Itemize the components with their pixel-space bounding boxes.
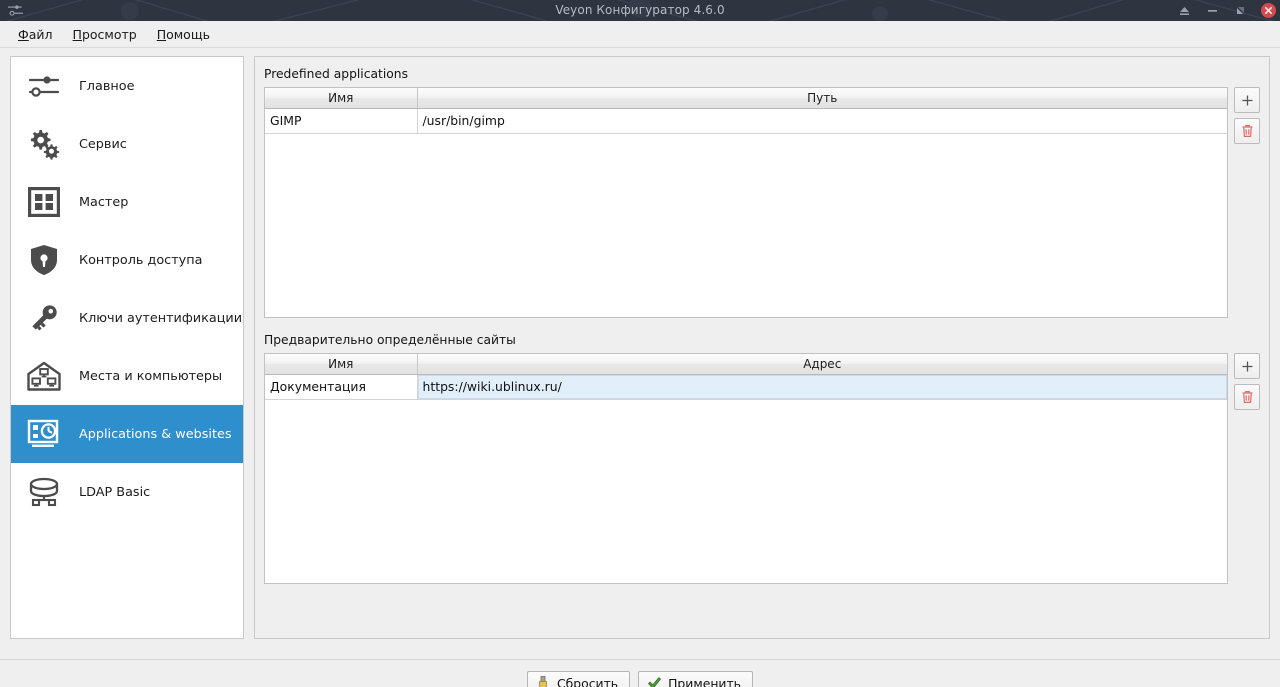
- shield-keyhole-icon: [24, 240, 64, 280]
- grid-window-icon: [24, 182, 64, 222]
- menu-file-rest: айл: [28, 26, 53, 42]
- predefined-websites-block: Имя Адрес Документация https://wiki.ubli…: [264, 353, 1260, 584]
- applications-table[interactable]: Имя Путь GIMP /usr/bin/gimp: [265, 88, 1227, 134]
- dialog-button-bar: Сбросить Применить: [0, 659, 1280, 687]
- brush-icon: [536, 676, 551, 687]
- predefined-applications-block: Имя Путь GIMP /usr/bin/gimp: [264, 87, 1260, 318]
- websites-table-empty-area[interactable]: [265, 399, 1227, 583]
- add-website-button[interactable]: [1234, 353, 1260, 379]
- menu-view-mnemonic: П: [72, 26, 82, 42]
- table-header-row: Имя Адрес: [265, 354, 1227, 375]
- apply-button-label: Применить: [668, 676, 741, 687]
- applications-table-buttons: [1234, 87, 1260, 144]
- gears-icon: [24, 124, 64, 164]
- sidebar-item-label: Applications & websites: [79, 426, 232, 442]
- sidebar: Главное Сервис Мастер Контроль доступа К…: [10, 56, 244, 639]
- menu-help[interactable]: Помощь: [147, 24, 220, 45]
- key-icon: [24, 298, 64, 338]
- predefined-applications-label: Predefined applications: [264, 67, 408, 81]
- sidebar-item-label: Мастер: [79, 194, 129, 210]
- shade-button[interactable]: [1177, 3, 1192, 18]
- sidebar-item-applications-websites[interactable]: Applications & websites: [11, 405, 243, 463]
- add-application-button[interactable]: [1234, 87, 1260, 113]
- sidebar-item-label: Места и компьютеры: [79, 368, 223, 384]
- sidebar-item-label: LDAP Basic: [79, 484, 151, 500]
- title-bar: Veyon Конфигуратор 4.6.0: [0, 0, 1280, 21]
- predefined-websites-label: Предварительно определённые сайты: [264, 333, 516, 347]
- content-area: Главное Сервис Мастер Контроль доступа К…: [0, 48, 1280, 659]
- delete-application-button[interactable]: [1234, 118, 1260, 144]
- window-title: Veyon Конфигуратор 4.6.0: [555, 3, 725, 17]
- table-row[interactable]: Документация https://wiki.ublinux.ru/: [265, 374, 1227, 400]
- menu-view-rest: росмотр: [81, 26, 137, 42]
- sidebar-item-service[interactable]: Сервис: [11, 115, 243, 173]
- menu-file[interactable]: Файл: [8, 24, 63, 45]
- monitor-clock-icon: [24, 414, 64, 454]
- plus-icon: [1242, 95, 1252, 105]
- reset-button[interactable]: Сбросить: [526, 671, 631, 687]
- cell-website-name[interactable]: Документация: [265, 374, 418, 400]
- applications-table-empty-area[interactable]: [265, 133, 1227, 317]
- table-header-row: Имя Путь: [265, 88, 1227, 109]
- close-icon: [1261, 3, 1276, 18]
- sidebar-item-locations-computers[interactable]: Места и компьютеры: [11, 347, 243, 405]
- sidebar-item-master[interactable]: Мастер: [11, 173, 243, 231]
- delete-website-button[interactable]: [1234, 384, 1260, 410]
- menu-file-mnemonic: Ф: [18, 26, 29, 42]
- cell-application-path[interactable]: /usr/bin/gimp: [417, 108, 1227, 134]
- cell-website-address[interactable]: https://wiki.ublinux.ru/: [417, 374, 1227, 400]
- menu-help-mnemonic: П: [156, 26, 167, 42]
- sidebar-item-auth-keys[interactable]: Ключи аутентификации: [11, 289, 243, 347]
- settings-panel: Predefined applications Имя Путь GIMP /u…: [254, 56, 1270, 639]
- check-icon: [647, 676, 662, 687]
- column-header-name[interactable]: Имя: [265, 88, 418, 109]
- menu-help-rest: омощь: [166, 26, 210, 42]
- reset-button-label: Сбросить: [556, 676, 619, 687]
- sidebar-item-label: Сервис: [79, 136, 127, 152]
- sidebar-item-general[interactable]: Главное: [11, 57, 243, 115]
- sidebar-item-ldap-basic[interactable]: LDAP Basic: [11, 463, 243, 521]
- close-button[interactable]: [1261, 3, 1276, 18]
- apply-button[interactable]: Применить: [638, 671, 753, 687]
- sidebar-item-label: Главное: [79, 78, 135, 94]
- column-header-name[interactable]: Имя: [265, 354, 418, 375]
- menu-bar: Файл Просмотр Помощь: [0, 21, 1280, 48]
- menu-view[interactable]: Просмотр: [63, 24, 147, 45]
- table-row[interactable]: GIMP /usr/bin/gimp: [265, 108, 1227, 134]
- minimize-button[interactable]: [1205, 3, 1220, 18]
- cell-application-name[interactable]: GIMP: [265, 108, 418, 134]
- column-header-address[interactable]: Адрес: [417, 354, 1227, 375]
- house-computers-icon: [24, 356, 64, 396]
- applications-table-frame: Имя Путь GIMP /usr/bin/gimp: [264, 87, 1228, 318]
- sliders-icon: [24, 66, 64, 106]
- trash-icon: [1242, 391, 1252, 403]
- trash-icon: [1242, 125, 1252, 137]
- sidebar-item-access-control[interactable]: Контроль доступа: [11, 231, 243, 289]
- sidebar-item-label: Контроль доступа: [79, 252, 203, 268]
- database-icon: [24, 472, 64, 512]
- sidebar-item-label: Ключи аутентификации: [79, 310, 243, 326]
- column-header-path[interactable]: Путь: [417, 88, 1227, 109]
- websites-table-frame: Имя Адрес Документация https://wiki.ubli…: [264, 353, 1228, 584]
- plus-icon: [1242, 361, 1252, 371]
- websites-table-buttons: [1234, 353, 1260, 410]
- websites-table[interactable]: Имя Адрес Документация https://wiki.ubli…: [265, 354, 1227, 400]
- window-controls: [1177, 0, 1276, 21]
- maximize-button[interactable]: [1233, 3, 1248, 18]
